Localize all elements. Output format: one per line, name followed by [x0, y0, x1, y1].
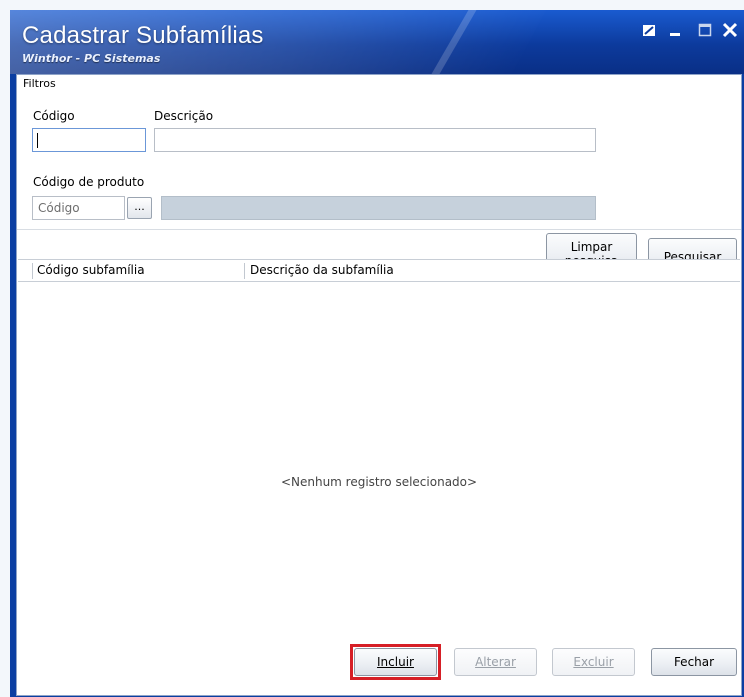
- fechar-button[interactable]: Fechar: [651, 648, 737, 676]
- descricao-input[interactable]: [154, 128, 596, 152]
- browse-produto-button[interactable]: ...: [127, 197, 152, 219]
- excluir-button[interactable]: Excluir: [552, 648, 635, 676]
- filters-divider: [17, 229, 741, 230]
- fechar-label: Fechar: [673, 655, 715, 669]
- column-separator[interactable]: [32, 263, 33, 279]
- incluir-label: Incluir: [377, 655, 414, 669]
- codigo-label: Código: [33, 109, 75, 123]
- column-separator[interactable]: [244, 263, 245, 279]
- results-grid[interactable]: Código subfamília Descrição da subfamíli…: [18, 259, 740, 696]
- client-area: Filtros Código Descrição Código de produ…: [16, 74, 742, 696]
- alterar-label: Alterar: [475, 655, 516, 669]
- excluir-label: Excluir: [573, 655, 614, 669]
- column-header-codigo[interactable]: Código subfamília: [37, 263, 145, 277]
- filters-legend: Filtros: [23, 77, 56, 90]
- grid-header: Código subfamília Descrição da subfamíli…: [18, 260, 740, 282]
- text-caret: [37, 133, 38, 148]
- codigo-input[interactable]: [32, 128, 146, 152]
- app-window: Cadastrar Subfamílias Winthor - PC Siste…: [10, 10, 744, 697]
- window-title: Cadastrar Subfamílias: [22, 22, 264, 49]
- alterar-button[interactable]: Alterar: [454, 648, 537, 676]
- codigo-produto-input[interactable]: Código: [32, 196, 125, 220]
- incluir-button[interactable]: Incluir: [354, 648, 437, 676]
- codigo-produto-placeholder: Código: [38, 201, 80, 215]
- column-header-descricao[interactable]: Descrição da subfamília: [250, 263, 394, 277]
- maximize-icon[interactable]: [698, 22, 712, 38]
- close-icon[interactable]: [722, 22, 738, 38]
- minimize-icon[interactable]: [669, 22, 681, 38]
- descricao-label: Descrição: [154, 109, 214, 123]
- title-bar[interactable]: Cadastrar Subfamílias Winthor - PC Siste…: [10, 10, 744, 74]
- restore-icon[interactable]: [642, 22, 656, 38]
- empty-grid-message: <Nenhum registro selecionado>: [280, 475, 478, 489]
- produto-description-field: [161, 196, 596, 220]
- window-subtitle: Winthor - PC Sistemas: [22, 52, 161, 65]
- codigo-produto-label: Código de produto: [33, 175, 145, 189]
